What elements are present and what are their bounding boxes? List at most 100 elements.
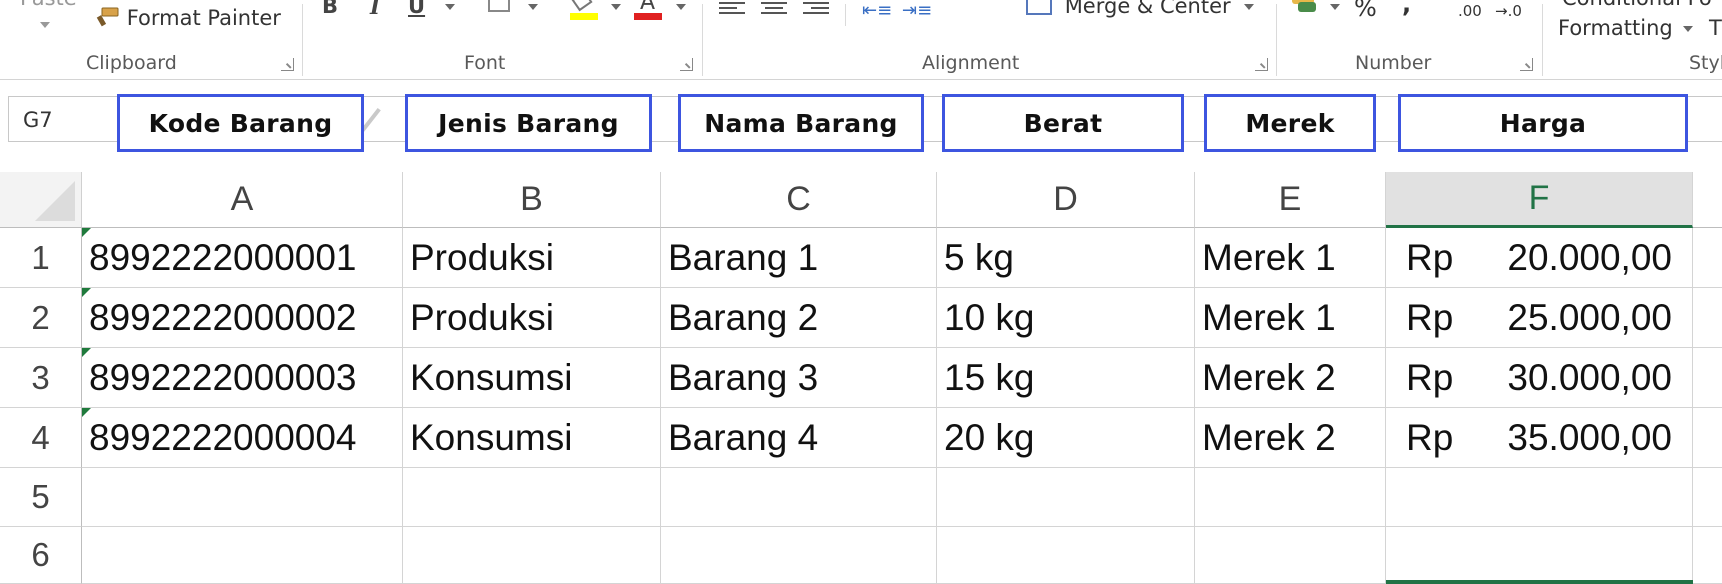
column-header-b[interactable]: B — [403, 172, 661, 228]
column-header-g[interactable] — [1693, 172, 1722, 228]
cell-c5[interactable] — [661, 468, 937, 527]
fill-color-dropdown-icon[interactable] — [611, 4, 621, 10]
row-header-1[interactable]: 1 — [0, 228, 82, 288]
product-brand: Merek 1 — [1202, 296, 1336, 338]
format-painter-label: Format Painter — [126, 6, 281, 30]
cell-b1[interactable]: Produksi — [403, 228, 661, 288]
column-header-d[interactable]: D — [937, 172, 1195, 228]
format-painter-button[interactable]: Format Painter — [96, 6, 281, 30]
borders-dropdown-icon[interactable] — [528, 4, 538, 10]
borders-icon[interactable] — [488, 0, 510, 12]
row-header-4[interactable]: 4 — [0, 408, 82, 468]
cell-b6[interactable] — [403, 527, 661, 584]
row-header-2[interactable]: 2 — [0, 288, 82, 348]
fill-color-icon[interactable] — [570, 0, 598, 20]
column-header-e[interactable]: E — [1195, 172, 1386, 228]
cell-f5[interactable] — [1386, 468, 1693, 527]
cell-d1[interactable]: 5 kg — [937, 228, 1195, 288]
error-indicator-icon — [82, 348, 91, 357]
merge-dropdown-icon[interactable] — [1244, 4, 1254, 10]
cell-a1[interactable]: 8992222000001 — [82, 228, 403, 288]
cell-b4[interactable]: Konsumsi — [403, 408, 661, 468]
cell-e3[interactable]: Merek 2 — [1195, 348, 1386, 408]
group-divider — [1276, 4, 1277, 76]
cell-b2[interactable]: Produksi — [403, 288, 661, 348]
cell-g3[interactable] — [1693, 348, 1722, 408]
paste-button[interactable]: Paste — [20, 0, 77, 10]
align-right-icon[interactable] — [803, 2, 829, 18]
cell-d4[interactable]: 20 kg — [937, 408, 1195, 468]
cell-f6[interactable] — [1386, 527, 1693, 584]
increase-indent-icon[interactable]: ⇥≡ — [902, 0, 932, 21]
cell-f1[interactable]: Rp 20.000,00 — [1386, 228, 1693, 288]
font-color-dropdown-icon[interactable] — [676, 4, 686, 10]
cell-f2[interactable]: Rp 25.000,00 — [1386, 288, 1693, 348]
row-header-5[interactable]: 5 — [0, 468, 82, 527]
cell-e1[interactable]: Merek 1 — [1195, 228, 1386, 288]
percent-style-button[interactable]: % — [1354, 0, 1377, 22]
cell-a2[interactable]: 8992222000002 — [82, 288, 403, 348]
cell-c3[interactable]: Barang 3 — [661, 348, 937, 408]
italic-button[interactable]: I — [370, 0, 380, 19]
underline-dropdown-icon[interactable] — [445, 4, 455, 10]
cell-a4[interactable]: 8992222000004 — [82, 408, 403, 468]
product-weight: 5 kg — [944, 236, 1014, 278]
formatting-label[interactable]: Formatting — [1558, 16, 1673, 40]
cell-g1[interactable] — [1693, 228, 1722, 288]
product-weight: 15 kg — [944, 356, 1035, 398]
cell-c1[interactable]: Barang 1 — [661, 228, 937, 288]
merge-center-button[interactable]: Merge & Center — [1026, 0, 1231, 18]
number-group-label: Number — [1355, 52, 1432, 74]
alignment-launcher-icon[interactable] — [1255, 58, 1268, 71]
product-brand: Merek 1 — [1202, 236, 1336, 278]
error-indicator-icon — [82, 228, 91, 237]
clipboard-launcher-icon[interactable] — [281, 58, 294, 71]
align-left-icon[interactable] — [719, 2, 745, 18]
cell-b5[interactable] — [403, 468, 661, 527]
cell-d2[interactable]: 10 kg — [937, 288, 1195, 348]
cell-e4[interactable]: Merek 2 — [1195, 408, 1386, 468]
increase-decimal-button[interactable]: .00 — [1458, 2, 1482, 20]
number-launcher-icon[interactable] — [1520, 58, 1533, 71]
product-name: Barang 2 — [668, 296, 819, 338]
row-header-3[interactable]: 3 — [0, 348, 82, 408]
decrease-indent-icon[interactable]: ⇤≡ — [862, 0, 892, 21]
cell-a5[interactable] — [82, 468, 403, 527]
select-all-corner[interactable] — [0, 172, 82, 228]
cell-a6[interactable] — [82, 527, 403, 584]
align-center-icon[interactable] — [761, 2, 787, 18]
cell-c2[interactable]: Barang 2 — [661, 288, 937, 348]
column-header-c[interactable]: C — [661, 172, 937, 228]
font-color-button[interactable]: A — [634, 0, 662, 20]
cell-b3[interactable]: Konsumsi — [403, 348, 661, 408]
cell-g5[interactable] — [1693, 468, 1722, 527]
cell-a3[interactable]: 8992222000003 — [82, 348, 403, 408]
conditional-formatting-button[interactable]: Conditional Fo — [1562, 0, 1712, 10]
cell-d3[interactable]: 15 kg — [937, 348, 1195, 408]
accounting-dropdown-icon[interactable] — [1330, 4, 1340, 10]
column-header-a[interactable]: A — [82, 172, 403, 228]
format-as-table-button[interactable]: T — [1709, 16, 1722, 40]
font-launcher-icon[interactable] — [680, 58, 693, 71]
column-header-f[interactable]: F — [1386, 172, 1693, 228]
cell-c6[interactable] — [661, 527, 937, 584]
paste-dropdown-icon[interactable] — [40, 22, 50, 28]
bold-button[interactable]: B — [322, 0, 338, 18]
decrease-decimal-button[interactable]: →.0 — [1495, 2, 1522, 20]
conditional-dropdown-icon[interactable] — [1683, 26, 1693, 32]
cell-g6[interactable] — [1693, 527, 1722, 584]
accounting-format-icon[interactable] — [1290, 0, 1320, 16]
cell-g4[interactable] — [1693, 408, 1722, 468]
comma-style-button[interactable]: , — [1402, 0, 1411, 18]
row-header-6[interactable]: 6 — [0, 527, 82, 584]
cell-d5[interactable] — [937, 468, 1195, 527]
cell-g2[interactable] — [1693, 288, 1722, 348]
cell-f4[interactable]: Rp 35.000,00 — [1386, 408, 1693, 468]
cell-e6[interactable] — [1195, 527, 1386, 584]
cell-f3[interactable]: Rp 30.000,00 — [1386, 348, 1693, 408]
underline-button[interactable]: U — [408, 0, 425, 18]
cell-e5[interactable] — [1195, 468, 1386, 527]
cell-e2[interactable]: Merek 1 — [1195, 288, 1386, 348]
cell-c4[interactable]: Barang 4 — [661, 408, 937, 468]
cell-d6[interactable] — [937, 527, 1195, 584]
